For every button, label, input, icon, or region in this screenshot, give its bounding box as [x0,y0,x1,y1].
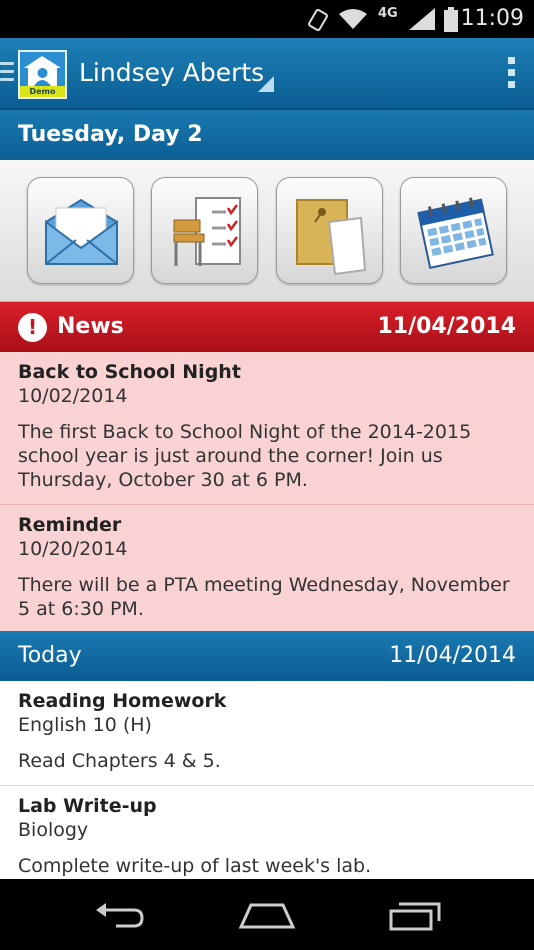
vibrate-icon [308,8,328,32]
back-icon[interactable] [92,899,146,931]
dropdown-caret-icon[interactable] [258,76,274,92]
day-header: Tuesday, Day 2 [0,110,534,160]
assignment-item[interactable]: Lab Write-up Biology Complete write-up o… [0,786,534,879]
attendance-tile-button[interactable] [151,177,258,284]
quick-tiles [0,160,534,302]
system-nav-bar [0,879,534,950]
news-item-title: Back to School Night [18,361,241,383]
news-section-header[interactable]: ! News 11/04/2014 [0,302,534,352]
documents-icon [296,199,367,276]
mail-icon [45,198,118,265]
drawer-menu-icon[interactable] [0,62,14,86]
assignment-title: Reading Homework [18,690,227,712]
calendar-tile-button[interactable] [400,177,507,284]
news-item-date: 10/20/2014 [18,538,128,560]
status-clock: 11:09 [460,6,524,31]
user-name-selector[interactable]: Lindsey Aberts [79,58,264,87]
news-item[interactable]: Back to School Night 10/02/2014 The firs… [0,352,534,505]
news-item-body: The first Back to School Night of the 20… [18,421,472,491]
alert-icon: ! [18,313,47,342]
app-logo[interactable]: Demo [18,50,67,99]
school-icon [24,56,61,86]
recent-apps-icon[interactable] [388,899,444,931]
battery-icon [444,7,458,32]
action-bar: Demo Lindsey Aberts [0,38,534,110]
home-icon[interactable] [238,899,296,931]
signal-icon [409,8,435,30]
calendar-icon [417,197,494,269]
status-bar: 4G 11:09 [0,0,534,38]
assignment-item[interactable]: Reading Homework English 10 (H) Read Cha… [0,681,534,786]
assignment-course: English 10 (H) [18,714,152,736]
news-item-title: Reminder [18,514,122,536]
assignment-title: Lab Write-up [18,795,157,817]
assignment-course: Biology [18,819,89,841]
news-item[interactable]: Reminder 10/20/2014 There will be a PTA … [0,505,534,633]
today-list: Reading Homework English 10 (H) Read Cha… [0,681,534,879]
assignment-body: Complete write-up of last week's lab. [18,855,372,877]
mail-tile-button[interactable] [27,177,134,284]
today-section-header[interactable]: Today 11/04/2014 [0,631,534,681]
news-item-date: 10/02/2014 [18,385,128,407]
day-title: Tuesday, Day 2 [18,122,203,147]
today-label: Today [18,643,82,668]
overflow-menu-icon[interactable] [508,57,516,93]
assignment-body: Read Chapters 4 & 5. [18,750,221,772]
today-date: 11/04/2014 [389,643,516,668]
documents-tile-button[interactable] [276,177,383,284]
network-type: 4G [378,6,398,21]
news-item-body: There will be a PTA meeting Wednesday, N… [18,574,510,620]
news-label: News [57,314,124,339]
demo-badge: Demo [20,86,65,97]
news-date: 11/04/2014 [377,314,516,339]
wifi-icon [339,9,367,29]
news-list: Back to School Night 10/02/2014 The firs… [0,352,534,631]
attendance-icon [173,197,241,266]
